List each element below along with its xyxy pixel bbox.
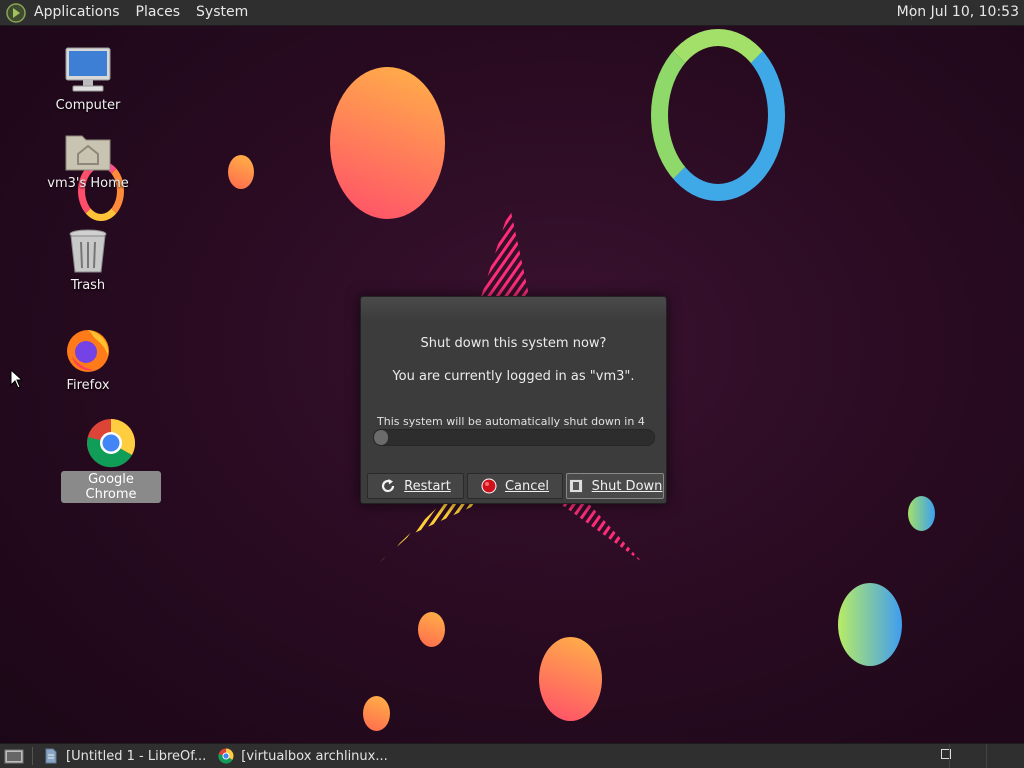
chrome-icon	[218, 748, 234, 764]
taskbar-item-libreoffice[interactable]: [Untitled 1 - LibreOf...	[37, 744, 212, 768]
desktop-icon-label: Google Chrome	[61, 471, 161, 503]
mouse-cursor-icon	[10, 369, 24, 389]
wallpaper-orb	[908, 496, 935, 531]
desktop-icon-label: vm3's Home	[47, 176, 129, 191]
shutdown-dialog: Shut down this system now? You are curre…	[360, 296, 667, 504]
shutdown-icon	[568, 478, 584, 494]
cancel-icon	[481, 478, 497, 494]
wallpaper-orb	[228, 155, 254, 189]
trash-icon	[69, 229, 107, 273]
document-icon	[45, 748, 57, 764]
workspace-switcher-2[interactable]	[986, 744, 1024, 768]
applications-menu-label[interactable]: Applications	[32, 0, 128, 25]
taskbar-separator	[32, 747, 33, 765]
workspace-switcher-1[interactable]	[949, 744, 987, 768]
shutdown-button[interactable]: Shut Down	[566, 473, 664, 499]
taskbar-item-label: [Untitled 1 - LibreOf...	[66, 748, 207, 764]
mate-logo-icon	[6, 2, 26, 23]
wallpaper-orb	[363, 696, 390, 731]
desktop-icon-label: Trash	[70, 278, 106, 293]
countdown-progress-fill	[374, 430, 388, 445]
home-folder-icon	[65, 135, 111, 171]
taskbar-item-label: [virtualbox archlinux...	[241, 748, 388, 764]
bottom-panel: [Untitled 1 - LibreOf... [virtualbox arc…	[0, 743, 1024, 768]
countdown-progress-bar	[373, 429, 655, 446]
restart-icon	[380, 478, 396, 494]
cancel-button-label: Cancel	[504, 478, 550, 494]
wallpaper-ring	[651, 29, 785, 201]
desktop-icon-computer[interactable]: Computer	[38, 46, 138, 114]
desktop-icon-label: Computer	[55, 98, 121, 113]
taskbar-item-chrome[interactable]: [virtualbox archlinux...	[212, 744, 393, 768]
wallpaper-orb	[539, 637, 602, 721]
chrome-icon	[87, 419, 136, 468]
system-menu[interactable]: System	[188, 0, 256, 25]
dialog-header	[361, 297, 666, 321]
desktop-icon-chrome[interactable]: Google Chrome	[61, 418, 161, 503]
top-panel: Applications Places System Mon Jul 10, 1…	[0, 0, 1024, 26]
restart-button[interactable]: Restart	[367, 473, 464, 499]
desktop-icon-trash[interactable]: Trash	[38, 228, 138, 294]
wallpaper-orb	[418, 612, 445, 647]
wallpaper-orb	[838, 583, 902, 666]
places-menu[interactable]: Places	[128, 0, 189, 25]
computer-icon	[65, 47, 111, 92]
restart-button-label: Restart	[404, 478, 451, 494]
wallpaper-orb	[330, 67, 445, 219]
logged-in-text: You are currently logged in as "vm3".	[392, 369, 635, 384]
show-desktop-icon	[4, 749, 24, 764]
clock[interactable]: Mon Jul 10, 10:53	[897, 0, 1019, 25]
shutdown-button-label: Shut Down	[591, 478, 663, 494]
firefox-icon	[67, 330, 109, 372]
desktop-icon-firefox[interactable]: Firefox	[38, 326, 138, 394]
applications-menu[interactable]: Applications	[0, 0, 128, 25]
desktop-icon-label: Firefox	[66, 378, 110, 393]
shutdown-question: Shut down this system now?	[420, 336, 607, 351]
desktop-icon-home[interactable]: vm3's Home	[38, 128, 138, 192]
show-desktop-button[interactable]	[0, 744, 28, 768]
cancel-button[interactable]: Cancel	[467, 473, 563, 499]
dialog-buttons: Restart Cancel Shut Down	[367, 473, 664, 499]
